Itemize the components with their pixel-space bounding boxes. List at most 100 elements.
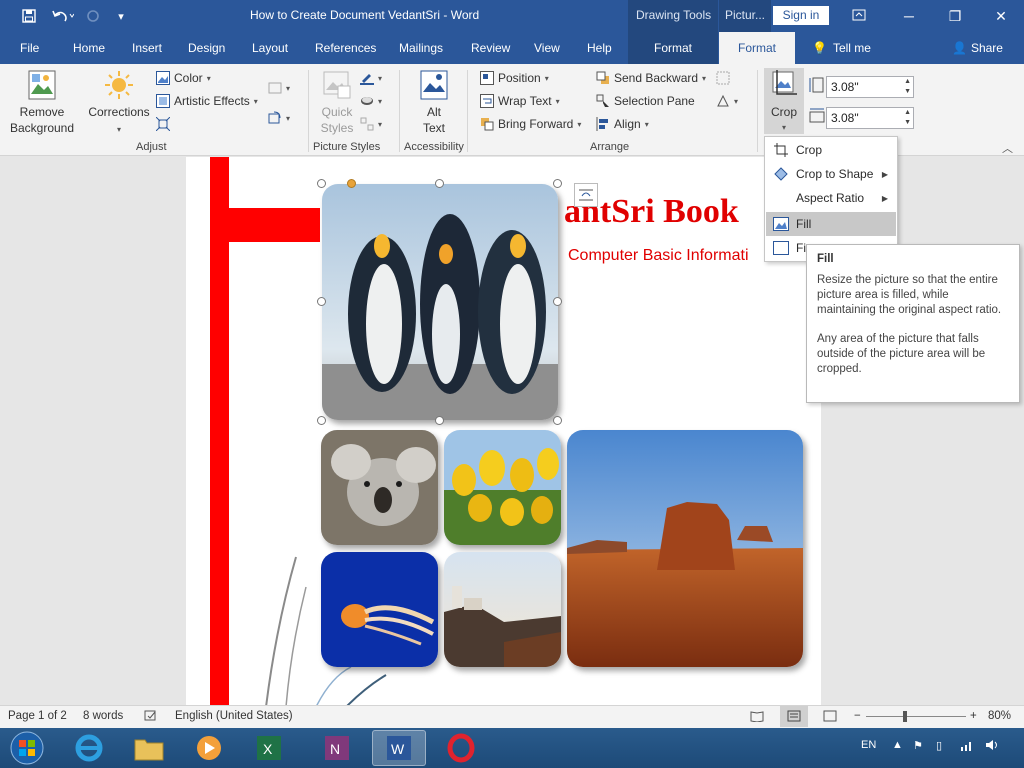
page-count[interactable]: Page 1 of 2 [8,710,67,722]
word-count[interactable]: 8 words [83,710,123,722]
picture-layout-button[interactable]: ▾ [360,114,382,134]
zoom-level[interactable]: 80% [988,710,1011,722]
print-layout-icon[interactable] [780,706,808,727]
height-field[interactable]: 3.08" ▲ ▼ [826,76,914,98]
menu-item-crop[interactable]: Crop [766,138,896,162]
tab-view[interactable]: View [534,41,560,55]
resize-handle[interactable] [317,179,326,188]
menu-item-crop-to-shape[interactable]: Crop to Shape ▶ [766,162,896,186]
penguins-photo[interactable] [322,184,558,420]
jellyfish-photo[interactable] [321,552,438,667]
sign-in-button[interactable]: Sign in [773,6,829,25]
taskbar-internet-explorer[interactable] [62,730,116,766]
tab-design[interactable]: Design [188,41,225,55]
menu-item-fill[interactable]: Fill [766,212,896,236]
zoom-slider-thumb[interactable] [902,711,907,722]
start-button[interactable] [0,730,54,766]
rotate-button[interactable]: ▾ [716,91,738,111]
tab-review[interactable]: Review [471,41,510,55]
power-icon[interactable]: ▯ [936,739,942,752]
width-field[interactable]: 3.08" ▲ ▼ [826,107,914,129]
taskbar-excel[interactable]: X [242,730,296,766]
height-spinner-icon[interactable]: ▲ ▼ [904,77,911,97]
tab-layout[interactable]: Layout [252,41,288,55]
bring-forward-button[interactable]: Bring Forward ▾ [480,114,581,134]
selection-pane-button[interactable]: Selection Pane [596,91,695,111]
restore-icon[interactable]: ❐ [932,0,978,32]
koala-photo[interactable] [321,430,438,545]
action-center-flag-icon[interactable]: ⚑ [913,739,923,752]
remove-background-button[interactable]: Remove Background [6,68,78,138]
input-language[interactable]: EN [861,739,876,751]
read-mode-icon[interactable] [750,710,764,725]
network-signal-icon[interactable] [960,739,974,754]
resize-handle[interactable] [553,297,562,306]
tab-home[interactable]: Home [73,41,105,55]
resize-handle[interactable] [317,416,326,425]
tab-references[interactable]: References [315,41,376,55]
zoom-out-icon[interactable]: − [854,710,861,722]
align-icon [596,117,610,131]
compress-pictures-button[interactable] [155,114,171,134]
adjust-handle[interactable] [347,179,356,188]
zoom-slider[interactable] [866,716,966,717]
bring-forward-dropdown-icon: ▾ [577,119,582,129]
change-picture-button[interactable]: ▾ [268,78,290,98]
proofing-icon[interactable] [144,710,158,725]
tab-format-drawing[interactable]: Format [628,32,718,64]
tab-file[interactable]: File [20,41,39,55]
menu-item-aspect-ratio[interactable]: Aspect Ratio ▶ [766,186,896,210]
corrections-button[interactable]: Corrections ▾ [86,68,152,138]
resize-handle[interactable] [553,179,562,188]
width-spinner-icon[interactable]: ▲ ▼ [904,108,911,128]
resize-handle[interactable] [435,416,444,425]
position-button[interactable]: Position ▾ [480,68,549,88]
tulips-photo[interactable] [444,430,561,545]
reset-picture-button[interactable]: ▾ [268,108,290,128]
taskbar-onenote[interactable]: N [310,730,364,766]
crop-button[interactable]: Crop ▾ [764,68,804,134]
layout-options-icon[interactable] [574,183,598,207]
taskbar-opera[interactable] [434,730,488,766]
resize-handle[interactable] [317,297,326,306]
taskbar-file-explorer[interactable] [122,730,176,766]
zoom-in-icon[interactable]: + [970,710,977,722]
volume-icon[interactable] [985,739,999,754]
tell-me-search[interactable]: 💡 Tell me [812,41,871,55]
color-icon [156,71,170,85]
align-button[interactable]: Align ▾ [596,114,649,134]
quick-styles-button[interactable]: Quick Styles [314,68,360,138]
undo-icon[interactable] [48,6,78,26]
redo-icon[interactable] [84,6,102,26]
taskbar-media-player[interactable] [182,730,236,766]
language[interactable]: English (United States) [175,710,293,722]
minimize-icon[interactable]: ─ [886,0,932,32]
artistic-effects-button[interactable]: Artistic Effects ▾ [156,91,258,111]
close-icon[interactable]: ✕ [978,0,1024,32]
ribbon-display-options-icon[interactable] [836,0,882,32]
resize-handle[interactable] [435,179,444,188]
send-backward-button[interactable]: Send Backward ▾ [596,68,706,88]
taskbar-word[interactable]: W [372,730,426,766]
tab-insert[interactable]: Insert [132,41,162,55]
picture-effects-button[interactable]: ▾ [360,91,382,111]
web-layout-icon[interactable] [823,710,837,725]
customize-qat-icon[interactable]: ▾ [112,6,130,26]
tab-format-picture[interactable]: Format [719,32,795,64]
tab-mailings[interactable]: Mailings [399,41,443,55]
group-objects-button[interactable] [716,68,730,88]
tab-help[interactable]: Help [587,41,612,55]
collapse-ribbon-icon[interactable]: ︿ [1002,140,1013,156]
color-button[interactable]: Color ▾ [156,68,211,88]
lighthouse-photo[interactable] [444,552,561,667]
alt-text-button[interactable]: Alt Text [408,68,460,138]
save-icon[interactable] [18,6,40,26]
picture-border-button[interactable]: ▾ [360,68,382,88]
show-hidden-icons-icon[interactable]: ▲ [892,739,903,751]
share-button[interactable]: 👤 Share [952,41,1003,55]
menu-item-fit-label: Fi [796,241,806,255]
lightbulb-icon: 💡 [812,41,827,55]
resize-handle[interactable] [553,416,562,425]
wrap-text-button[interactable]: Wrap Text ▾ [480,91,560,111]
desert-photo[interactable] [567,430,803,667]
